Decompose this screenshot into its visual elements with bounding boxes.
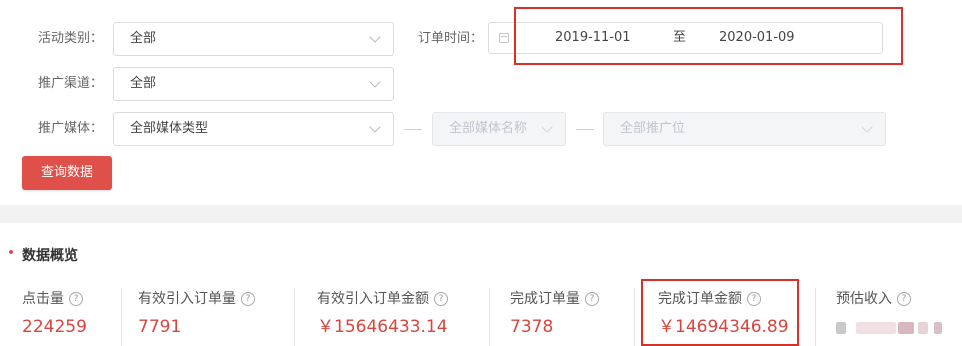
metric-estimated-income: 预估收入? <box>836 290 911 316</box>
divider <box>294 288 295 346</box>
activity-type-value: 全部 <box>130 31 157 46</box>
section-gap <box>0 205 962 223</box>
activity-type-select[interactable]: 全部 <box>113 22 394 56</box>
metric-value: 7791 <box>138 317 182 337</box>
help-icon[interactable]: ? <box>241 292 255 306</box>
media-name-select[interactable]: 全部媒体名称 <box>432 112 566 146</box>
media-type-value: 全部媒体类型 <box>130 121 209 136</box>
divider <box>121 288 122 346</box>
channel-value: 全部 <box>130 76 157 91</box>
metric-value: 7378 <box>510 317 554 337</box>
promo-position-select[interactable]: 全部推广位 <box>603 112 886 146</box>
divider <box>634 288 635 346</box>
metric-value: 224259 <box>22 317 87 337</box>
metric-label: 有效引入订单量 <box>138 291 236 307</box>
metric-label: 完成订单量 <box>510 291 580 307</box>
metric-completed-orders: 完成订单量? 7378 <box>510 290 599 338</box>
media-label: 推广媒体： <box>38 121 104 136</box>
metric-valid-order-amount: 有效引入订单金额? ￥15646433.14 <box>317 290 448 338</box>
media-name-placeholder: 全部媒体名称 <box>449 121 528 136</box>
promo-position-placeholder: 全部推广位 <box>620 121 686 136</box>
highlight-box-amount <box>641 279 799 346</box>
channel-select[interactable]: 全部 <box>113 67 394 101</box>
metric-label: 有效引入订单金额 <box>317 291 429 307</box>
separator-dash <box>404 129 422 130</box>
highlight-box-date <box>514 7 903 65</box>
channel-label: 推广渠道： <box>38 76 104 91</box>
chevron-down-icon <box>861 121 873 133</box>
media-type-select[interactable]: 全部媒体类型 <box>113 112 394 146</box>
metric-label: 点击量 <box>22 291 64 307</box>
overview-title: 数据概览 <box>22 248 78 264</box>
activity-type-label: 活动类别： <box>38 31 104 46</box>
divider <box>489 288 490 346</box>
chevron-down-icon <box>369 121 381 133</box>
metric-valid-orders: 有效引入订单量? 7791 <box>138 290 255 338</box>
separator-dash <box>576 129 594 130</box>
help-icon[interactable]: ? <box>69 292 83 306</box>
help-icon[interactable]: ? <box>897 292 911 306</box>
help-icon[interactable]: ? <box>434 292 448 306</box>
calendar-icon <box>499 33 509 43</box>
divider <box>815 288 816 346</box>
help-icon[interactable]: ? <box>585 292 599 306</box>
metric-label: 预估收入 <box>836 291 892 307</box>
chevron-down-icon <box>369 76 381 88</box>
metric-value: ￥15646433.14 <box>317 317 448 337</box>
metric-clicks: 点击量? 224259 <box>22 290 87 338</box>
section-marker <box>9 250 13 254</box>
order-time-label: 订单时间： <box>418 31 484 46</box>
chevron-down-icon <box>369 31 381 43</box>
query-data-button[interactable]: 查询数据 <box>22 156 112 190</box>
chevron-down-icon <box>541 121 553 133</box>
